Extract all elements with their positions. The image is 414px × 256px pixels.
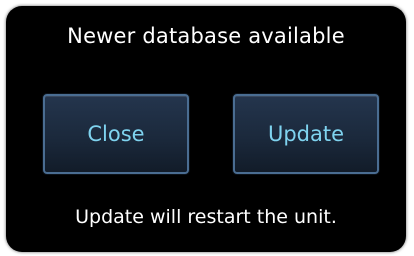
close-button-label: Close [87, 122, 145, 146]
close-button[interactable]: Close [43, 94, 189, 174]
dialog-title: Newer database available [67, 24, 345, 48]
database-update-dialog: Newer database available Close Update Up… [6, 6, 406, 252]
update-button-label: Update [267, 122, 345, 146]
update-button[interactable]: Update [233, 94, 379, 174]
restart-warning-text: Update will restart the unit. [75, 206, 337, 228]
